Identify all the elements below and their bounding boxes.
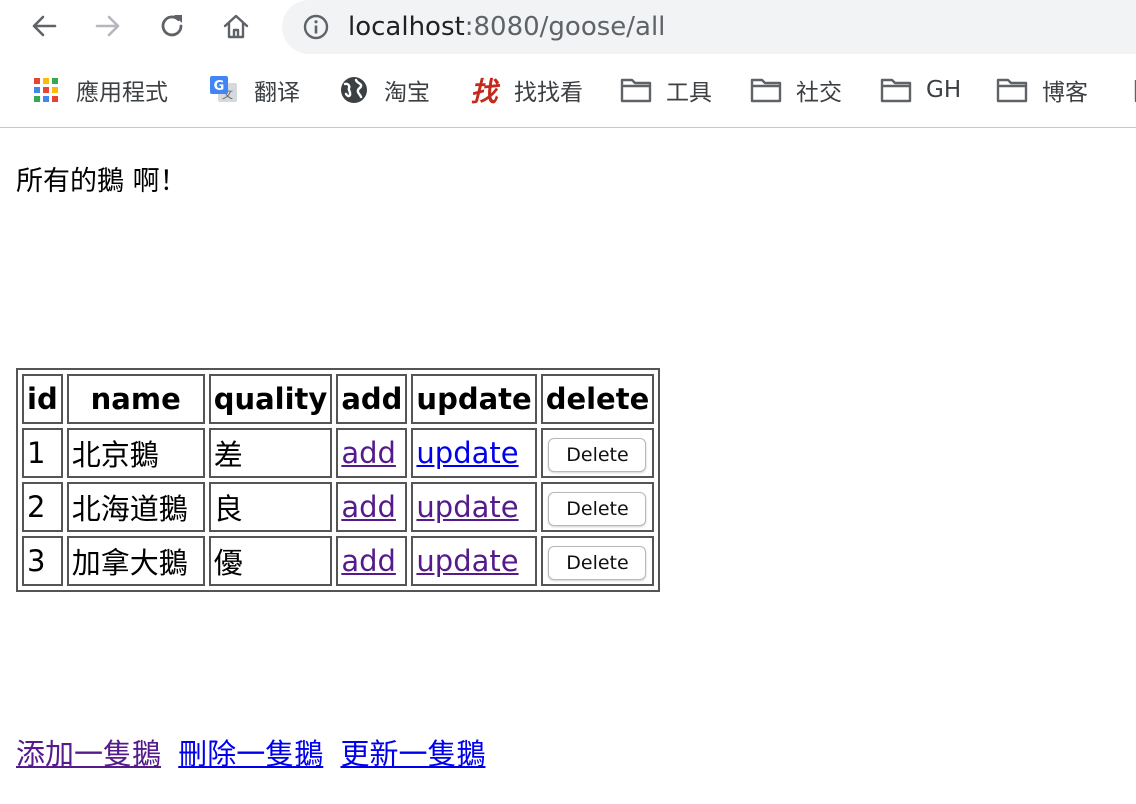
bookmark-label: 翻译: [254, 80, 300, 106]
header-name: name: [66, 374, 205, 424]
bookmark-label: 工具: [666, 80, 712, 106]
folder-icon: [620, 74, 652, 106]
google-translate-icon: 文 G: [208, 74, 240, 106]
bookmarks-bar: 應用程式 文 G 翻译 淘宝 找 找找看 工具 社交 GH 博客: [0, 68, 1136, 112]
cell-add: add: [336, 482, 408, 532]
bookmark-folder-gh[interactable]: GH: [880, 68, 961, 112]
cell-update: update: [411, 482, 537, 532]
url-host: localhost: [348, 12, 465, 42]
add-link[interactable]: add: [341, 490, 396, 524]
apps-grid-icon: [30, 74, 62, 106]
svg-text:G: G: [214, 79, 225, 94]
update-link[interactable]: update: [416, 436, 518, 470]
bookmark-apps[interactable]: 應用程式: [30, 68, 168, 112]
update-link[interactable]: update: [416, 490, 518, 524]
bookmark-label: 應用程式: [76, 80, 168, 106]
forward-button[interactable]: [90, 8, 126, 44]
cell-delete: Delete: [540, 428, 655, 478]
add-link[interactable]: add: [341, 544, 396, 578]
update-link[interactable]: update: [416, 544, 518, 578]
reload-button[interactable]: [154, 8, 190, 44]
table-row: 3 加拿大鵝 優 add update Delete: [22, 536, 655, 586]
cell-add: add: [336, 428, 408, 478]
goose-table: id name quality add update delete 1 北京鵝 …: [16, 368, 661, 592]
add-link[interactable]: add: [341, 436, 396, 470]
page-content: 所有的鵝 啊！ id name quality add update delet…: [0, 128, 1136, 804]
delete-button[interactable]: Delete: [548, 546, 647, 580]
folder-icon: [996, 74, 1028, 106]
info-icon[interactable]: [302, 13, 330, 41]
cell-update: update: [411, 428, 537, 478]
table-row: 1 北京鵝 差 add update Delete: [22, 428, 655, 478]
delete-goose-link[interactable]: 刪除一隻鵝: [178, 737, 323, 771]
url-text[interactable]: localhost:8080/goose/all: [348, 11, 665, 43]
cell-id: 1: [22, 428, 63, 478]
cell-delete: Delete: [540, 482, 655, 532]
header-delete: delete: [540, 374, 655, 424]
add-goose-link[interactable]: 添加一隻鵝: [16, 737, 161, 771]
forward-arrow-icon: [95, 15, 120, 37]
cell-name: 北京鵝: [66, 428, 205, 478]
bookmark-zhaozhaokan[interactable]: 找 找找看: [468, 68, 584, 112]
browser-toolbar: localhost:8080/goose/all: [0, 0, 1136, 58]
folder-icon: [880, 74, 912, 106]
header-quality: quality: [208, 374, 333, 424]
svg-text:找: 找: [471, 77, 501, 106]
url-path: :8080/goose/all: [464, 12, 666, 42]
cell-name: 加拿大鵝: [66, 536, 205, 586]
browser-chrome: localhost:8080/goose/all 應用程式 文 G 翻译 淘宝 …: [0, 0, 1136, 128]
folder-icon: [1124, 74, 1136, 106]
footer-links: 添加一隻鵝 刪除一隻鵝 更新一隻鵝: [16, 734, 493, 774]
bookmark-translate[interactable]: 文 G 翻译: [208, 68, 300, 112]
bookmark-taobao[interactable]: 淘宝: [338, 68, 430, 112]
bookmark-folder-overflow[interactable]: [1124, 68, 1136, 112]
header-update: update: [411, 374, 537, 424]
table-header-row: id name quality add update delete: [22, 374, 655, 424]
cell-quality: 差: [208, 428, 333, 478]
cell-name: 北海道鵝: [66, 482, 205, 532]
address-bar[interactable]: localhost:8080/goose/all: [282, 0, 1136, 54]
bookmark-label: 博客: [1042, 80, 1088, 106]
bookmark-folder-tools[interactable]: 工具: [620, 68, 712, 112]
header-add: add: [336, 374, 408, 424]
cell-id: 2: [22, 482, 63, 532]
bookmark-label: 找找看: [514, 80, 583, 106]
page-heading: 所有的鵝 啊！: [16, 166, 187, 197]
header-id: id: [22, 374, 63, 424]
bookmark-folder-blog[interactable]: 博客: [996, 68, 1088, 112]
bookmark-folder-social[interactable]: 社交: [750, 68, 842, 112]
cell-update: update: [411, 536, 537, 586]
cell-add: add: [336, 536, 408, 586]
table-row: 2 北海道鵝 良 add update Delete: [22, 482, 655, 532]
folder-icon: [750, 74, 782, 106]
cell-delete: Delete: [540, 536, 655, 586]
update-goose-link[interactable]: 更新一隻鵝: [340, 737, 485, 771]
delete-button[interactable]: Delete: [548, 438, 647, 472]
home-icon: [223, 14, 249, 39]
delete-button[interactable]: Delete: [548, 492, 647, 526]
zhao-icon: 找: [468, 74, 501, 106]
bookmark-label: 社交: [796, 80, 842, 106]
globe-icon: [338, 74, 370, 106]
back-button[interactable]: [26, 8, 62, 44]
bookmark-label: 淘宝: [384, 80, 430, 106]
reload-icon: [161, 15, 183, 37]
bookmark-label: GH: [926, 77, 962, 103]
home-button[interactable]: [218, 8, 254, 44]
back-arrow-icon: [32, 15, 57, 37]
cell-quality: 良: [208, 482, 333, 532]
cell-id: 3: [22, 536, 63, 586]
cell-quality: 優: [208, 536, 333, 586]
